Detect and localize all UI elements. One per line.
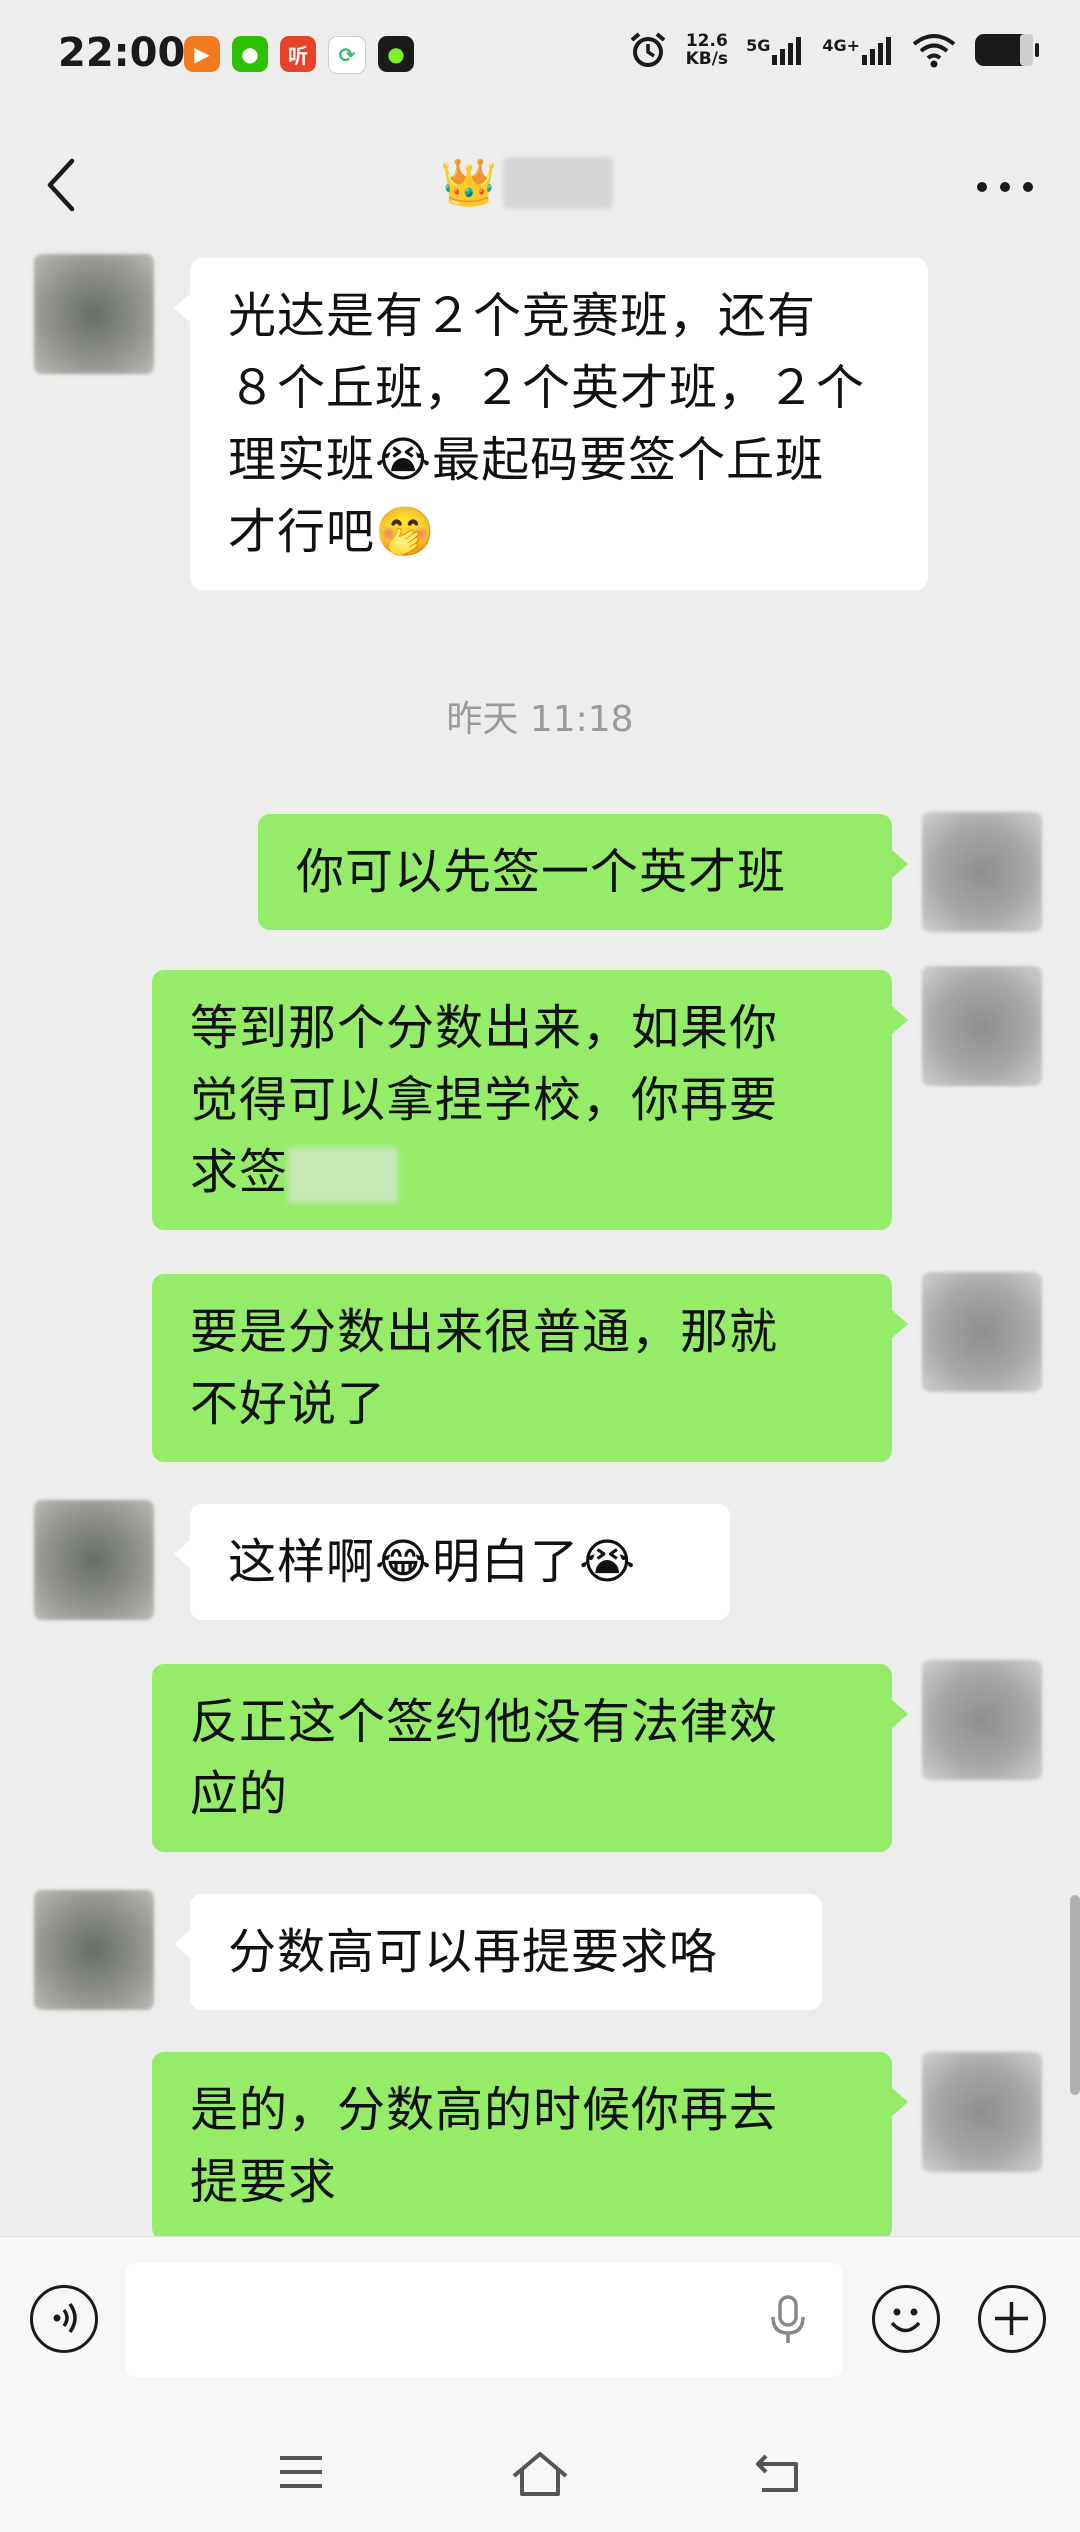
- status-bar: 22:00 ▶ ● 听 ⟳ ● 12.6 KB/s 5G 4G+: [0, 0, 1080, 110]
- notification-icons: ▶ ● 听 ⟳ ●: [184, 36, 414, 74]
- message-text-field[interactable]: [126, 2263, 842, 2377]
- message-timestamp: 昨天 11:18: [446, 699, 634, 740]
- incoming-message[interactable]: 光达是有２个竞赛班，还有 ８个丘班，２个英才班，２个 理实班😭最起码要签个丘班 …: [174, 258, 928, 590]
- crown-emoji: 👑: [440, 155, 498, 209]
- redacted-text: [288, 1147, 399, 1203]
- system-indicators: 12.6 KB/s 5G 4G+: [628, 30, 1040, 70]
- microphone-icon[interactable]: [768, 2293, 808, 2347]
- self-avatar[interactable]: [922, 966, 1042, 1086]
- contact-avatar[interactable]: [34, 254, 154, 374]
- listen-app-icon: 听: [280, 36, 316, 72]
- emoji-button[interactable]: [872, 2285, 940, 2353]
- message-text: 等到那个分数出来，如果你 觉得可以拿捏学校，你再要 求签: [190, 1000, 779, 1200]
- system-navigation-bar: [0, 2416, 1080, 2532]
- signal-tag-5g: 5G: [746, 36, 771, 55]
- outgoing-message[interactable]: 等到那个分数出来，如果你 觉得可以拿捏学校，你再要 求签: [152, 970, 908, 1230]
- incoming-message[interactable]: 分数高可以再提要求咯: [174, 1894, 822, 2010]
- outgoing-message[interactable]: 要是分数出来很普通，那就 不好说了: [152, 1274, 908, 1462]
- self-avatar[interactable]: [922, 812, 1042, 932]
- add-attachment-button[interactable]: [978, 2285, 1046, 2353]
- clock: 22:00: [58, 30, 186, 76]
- wechat-icon: ●: [232, 36, 268, 72]
- incoming-message[interactable]: 这样啊😂明白了😭: [174, 1504, 730, 1620]
- voice-mode-button[interactable]: [30, 2285, 98, 2353]
- signal-icon: [772, 37, 802, 65]
- outgoing-message[interactable]: 你可以先签一个英才班: [258, 814, 908, 930]
- home-icon[interactable]: [510, 2450, 570, 2498]
- chat-header: 👑: [0, 110, 1080, 255]
- scrollbar[interactable]: [1070, 1895, 1080, 2095]
- battery-icon: [975, 34, 1039, 66]
- contact-avatar[interactable]: [34, 1500, 154, 1620]
- outgoing-message[interactable]: 是的，分数高的时候你再去 提要求: [152, 2052, 908, 2240]
- back-arrow-icon[interactable]: [40, 155, 90, 215]
- alarm-icon: [630, 32, 665, 67]
- self-avatar[interactable]: [922, 1660, 1042, 1780]
- plus-icon: [995, 2302, 1028, 2335]
- back-icon[interactable]: [752, 2450, 804, 2496]
- more-options-icon[interactable]: [970, 172, 1040, 202]
- network-speed: 12.6 KB/s: [685, 31, 729, 69]
- smiley-icon: [890, 2308, 921, 2333]
- contact-avatar[interactable]: [34, 1890, 154, 2010]
- message-input-bar: [0, 2236, 1080, 2417]
- green-dot-app-icon: ●: [378, 36, 414, 72]
- self-avatar[interactable]: [922, 2052, 1042, 2172]
- outgoing-message[interactable]: 反正这个签约他没有法律效 应的: [152, 1664, 908, 1852]
- menu-icon[interactable]: [276, 2450, 326, 2494]
- sync-app-icon: ⟳: [328, 36, 366, 74]
- blurred-contact-name: [503, 156, 614, 209]
- self-avatar[interactable]: [922, 1272, 1042, 1392]
- voice-icon: [53, 2302, 77, 2334]
- chat-title: 👑: [440, 155, 614, 210]
- signal-tag-4g: 4G+: [822, 36, 860, 55]
- wifi-icon: [912, 34, 956, 68]
- video-app-icon: ▶: [184, 36, 220, 72]
- signal-icon: [862, 37, 891, 65]
